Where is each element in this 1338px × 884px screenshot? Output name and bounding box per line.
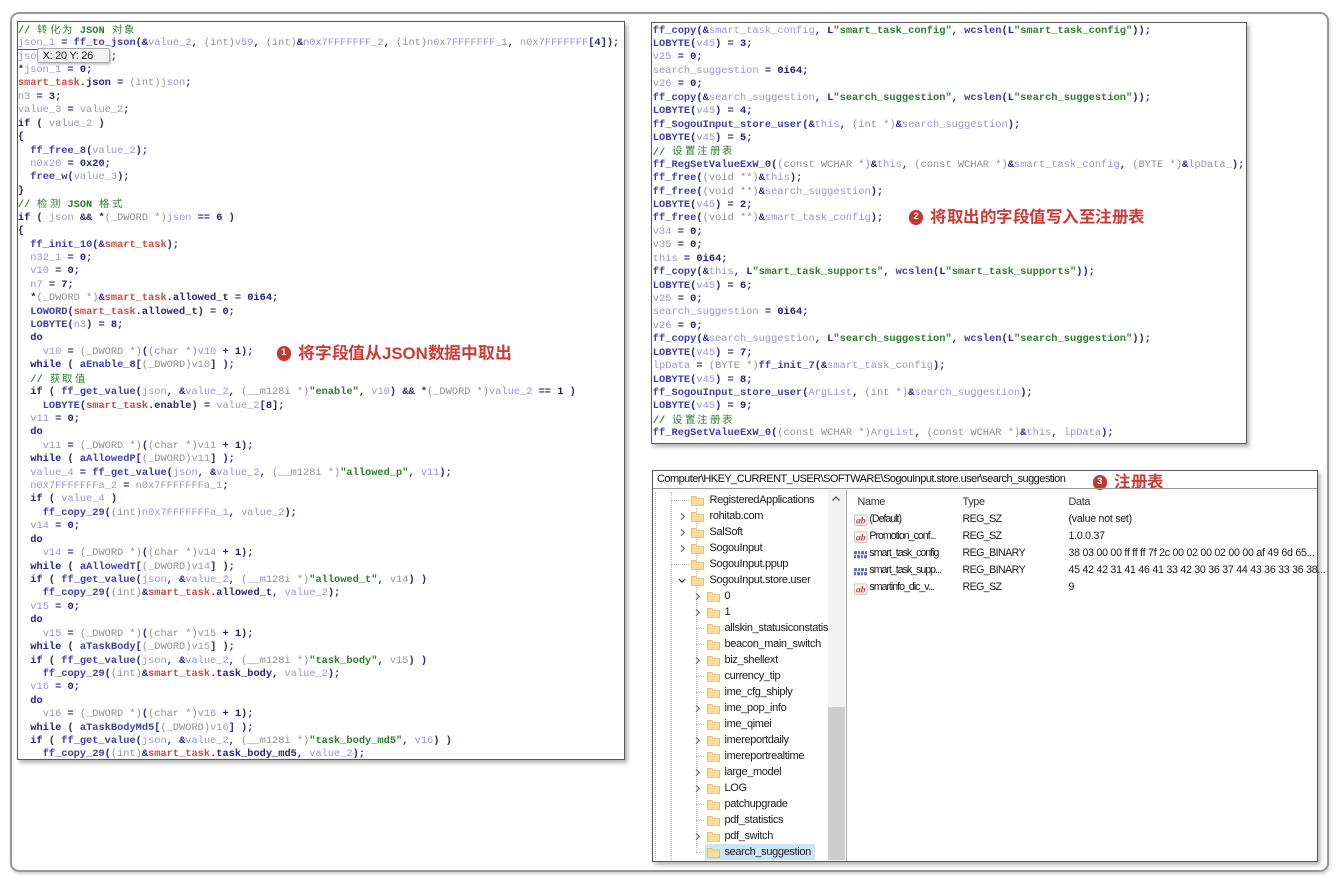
svg-text:ab: ab — [856, 534, 866, 544]
svg-text:ab: ab — [856, 585, 866, 595]
svg-text:ab: ab — [856, 516, 866, 526]
